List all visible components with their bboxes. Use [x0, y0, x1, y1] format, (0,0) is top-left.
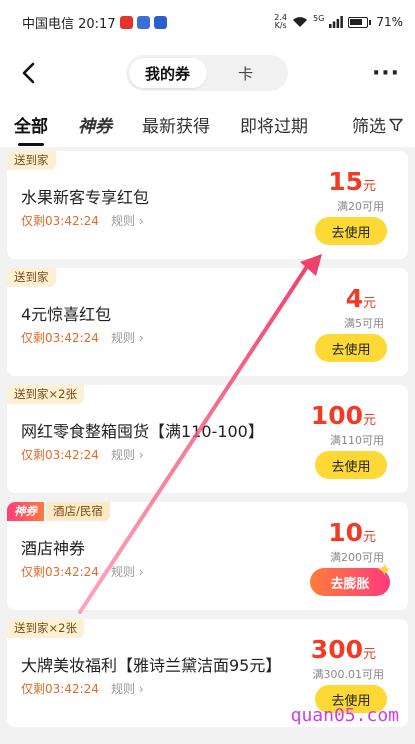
coupon-card[interactable]: 神券 酒店/民宿 酒店神券 仅剩03:42:24 规则 › 10元 满200可用… [7, 502, 408, 610]
tab-cards[interactable]: 卡 [207, 58, 285, 88]
rules-link[interactable]: 规则 › [111, 680, 144, 697]
coupon-amount: 4元 [345, 284, 376, 313]
super-coupon-badge: 神券 [7, 502, 44, 521]
tab-my-coupons[interactable]: 我的券 [128, 58, 207, 88]
status-bar: 中国电信 20:17 2.4 K/s 5G 71% [0, 0, 415, 44]
network-speed: 2.4 K/s [274, 13, 288, 30]
coupon-expire: 仅剩03:42:24 [21, 682, 99, 696]
status-left: 中国电信 20:17 [22, 13, 167, 32]
coupon-tag: 送到家 [7, 151, 56, 170]
chevron-right-icon: › [138, 331, 144, 345]
coupon-tags: 神券 酒店/民宿 [7, 502, 110, 521]
chevron-right-icon: › [138, 682, 144, 696]
carrier-time: 中国电信 20:17 [22, 16, 116, 32]
rules-link[interactable]: 规则 › [111, 446, 144, 463]
expand-button[interactable]: 去膨胀 ✦ [310, 560, 392, 596]
use-button[interactable]: 去使用 [315, 334, 387, 362]
coupon-title: 4元惊喜红包 [21, 305, 112, 324]
battery-tip [369, 19, 372, 25]
header: 我的券 卡 ··· [0, 44, 415, 102]
coupon-tag: 送到家×2张 [7, 619, 84, 638]
battery-level: 71% [376, 15, 403, 29]
coupon-card[interactable]: 送到家×2张 网红零食整箱囤货【满110-100】 仅剩03:42:24 规则 … [7, 385, 408, 493]
coupon-amount: 300元 [310, 635, 376, 664]
chevron-right-icon: › [138, 448, 144, 462]
wifi-icon [293, 17, 308, 27]
coupon-tag: 送到家×2张 [7, 385, 84, 404]
notification-message-icon [136, 15, 150, 29]
filter-button[interactable]: 筛选 [352, 112, 403, 137]
tab-newest[interactable]: 最新获得 [142, 112, 210, 137]
funnel-icon [389, 118, 403, 131]
use-button[interactable]: 去使用 [315, 451, 387, 479]
back-button[interactable] [14, 59, 42, 87]
coupon-tags: 送到家×2张 [7, 619, 84, 638]
status-right: 2.4 K/s 5G 71% [274, 14, 403, 30]
battery-icon [348, 16, 369, 28]
filter-label: 筛选 [352, 117, 386, 137]
coupon-amount: 10元 [328, 518, 376, 547]
rules-link[interactable]: 规则 › [111, 329, 144, 346]
coupon-expire: 仅剩03:42:24 [21, 214, 99, 228]
chevron-right-icon: › [138, 214, 144, 228]
coupon-title: 网红零食整箱囤货【满110-100】 [21, 422, 264, 441]
coupon-card[interactable]: 送到家 水果新客专享红包 仅剩03:42:24 规则 › 15元 满20可用 去… [7, 151, 408, 259]
coupon-title: 水果新客专享红包 [21, 188, 150, 207]
filter-tabs: 全部 神券 最新获得 即将过期 筛选 [0, 102, 415, 147]
coupon-card[interactable]: 送到家 4元惊喜红包 仅剩03:42:24 规则 › 4元 满5可用 去使用 [7, 268, 408, 376]
coupon-card-switch: 我的券 卡 [125, 55, 288, 91]
watermark: quan05.com [290, 705, 399, 726]
tab-expiring[interactable]: 即将过期 [240, 112, 308, 137]
rules-link[interactable]: 规则 › [111, 212, 144, 229]
coupon-condition: 满110可用 [330, 434, 384, 447]
coupon-tag: 酒店/民宿 [46, 502, 110, 521]
coupon-condition: 满20可用 [337, 200, 384, 213]
tab-super-coupon[interactable]: 神券 [78, 112, 112, 137]
more-icon[interactable]: ··· [371, 61, 401, 86]
coupon-tags: 送到家×2张 [7, 385, 84, 404]
coupon-expire: 仅剩03:42:24 [21, 448, 99, 462]
coupon-condition: 满300.01可用 [312, 668, 385, 681]
notification-alipay-icon [153, 15, 167, 29]
coupon-title: 大牌美妆福利【雅诗兰黛洁面95元】 [21, 656, 282, 675]
coupon-tag: 送到家 [7, 268, 56, 287]
signal-icon [329, 16, 344, 28]
coupon-tags: 送到家 [7, 268, 56, 287]
signal-label: 5G [313, 14, 325, 23]
rules-link[interactable]: 规则 › [111, 563, 144, 580]
notification-app-icon [119, 15, 133, 29]
chevron-left-icon [22, 62, 35, 84]
coupon-list: 送到家 水果新客专享红包 仅剩03:42:24 规则 › 15元 满20可用 去… [0, 147, 415, 727]
chevron-right-icon: › [138, 565, 144, 579]
sparkle-icon: ✦ [376, 560, 392, 581]
coupon-tags: 送到家 [7, 151, 56, 170]
coupon-expire: 仅剩03:42:24 [21, 565, 99, 579]
use-button[interactable]: 去使用 [315, 217, 387, 245]
coupon-expire: 仅剩03:42:24 [21, 331, 99, 345]
tab-all[interactable]: 全部 [14, 112, 48, 146]
coupon-amount: 15元 [328, 167, 376, 196]
coupon-condition: 满5可用 [344, 317, 384, 330]
coupon-amount: 100元 [310, 401, 376, 430]
coupon-title: 酒店神券 [21, 539, 86, 558]
coupon-condition: 满200可用 [330, 551, 384, 564]
